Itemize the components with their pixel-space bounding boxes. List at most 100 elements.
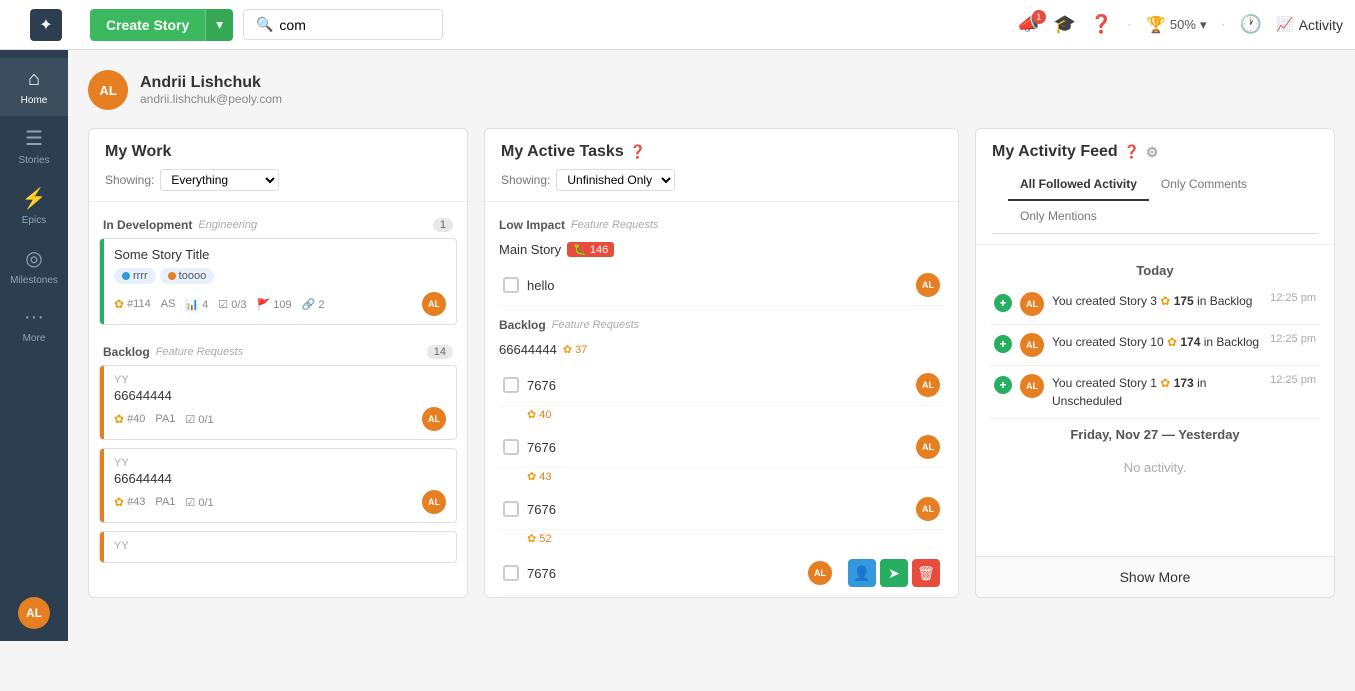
sidebar-item-epics[interactable]: ⚡ Epics bbox=[0, 176, 68, 236]
task-avatar-7676-3: AL bbox=[916, 497, 940, 521]
tab-all-followed-activity[interactable]: All Followed Activity bbox=[1008, 169, 1149, 201]
feed-points-icon-3: ✿ bbox=[1160, 376, 1170, 390]
activity-feed-help-icon[interactable]: ❓ bbox=[1124, 144, 1140, 160]
my-active-tasks-header: My Active Tasks ❓ Showing: Unfinished On… bbox=[485, 129, 958, 202]
epics-icon: ⚡ bbox=[22, 186, 47, 211]
section-in-development-sub: Engineering bbox=[198, 219, 257, 231]
tab-only-comments-label: Only Comments bbox=[1161, 177, 1247, 191]
my-work-title-text: My Work bbox=[105, 143, 171, 161]
main-content: AL Andrii Lishchuk andrii.lishchuk@peoly… bbox=[68, 50, 1355, 641]
graduation-icon[interactable]: 🎓 bbox=[1054, 14, 1076, 35]
task-checkbox-7676-4[interactable] bbox=[503, 565, 519, 581]
story-card-some-story-inner: Some Story Title rrrr toooo bbox=[100, 239, 456, 324]
task-avatar-7676-4: AL bbox=[808, 561, 832, 585]
history-icon[interactable]: 🕐 bbox=[1240, 14, 1262, 35]
task-section-low-impact-title: Low Impact bbox=[499, 218, 565, 232]
task-checkbox-hello[interactable] bbox=[503, 277, 519, 293]
search-input[interactable] bbox=[279, 17, 430, 33]
activity-feed-gear-icon[interactable]: ⚙ bbox=[1146, 144, 1159, 161]
active-tasks-help-icon[interactable]: ❓ bbox=[630, 144, 646, 160]
activity-label: Activity bbox=[1299, 17, 1343, 33]
yy-label-3: YY bbox=[114, 540, 446, 552]
sun-icon-2: ✿ bbox=[527, 471, 536, 483]
megaphone-icon[interactable]: 📣 1 bbox=[1017, 14, 1039, 35]
my-active-tasks-showing-label: Showing: bbox=[501, 173, 550, 187]
sidebar-item-milestones[interactable]: ◎ Milestones bbox=[0, 236, 68, 296]
tab-only-mentions[interactable]: Only Mentions bbox=[1008, 201, 1109, 233]
wheat-icon-1: ✿ bbox=[114, 297, 124, 311]
my-work-showing-select[interactable]: Everything Unfinished Only bbox=[160, 169, 279, 191]
partial-card[interactable]: YY bbox=[99, 531, 457, 563]
feed-points-2: 174 bbox=[1180, 335, 1203, 349]
story-card-66644444-2[interactable]: YY 66644444 ✿ #43 PA1 ☑ 0/1 AL bbox=[99, 448, 457, 523]
sun-icon-3: ✿ bbox=[527, 533, 536, 545]
no-activity-text: No activity. bbox=[990, 448, 1320, 487]
meta-tasks-2: ☑ 0/1 bbox=[185, 413, 213, 426]
section-backlog-count: 14 bbox=[427, 345, 453, 359]
meta-pa1-1: PA1 bbox=[155, 413, 175, 425]
activity-button[interactable]: 📈 Activity bbox=[1276, 16, 1343, 33]
profile-avatar: AL bbox=[88, 70, 128, 110]
tab-only-comments[interactable]: Only Comments bbox=[1149, 169, 1259, 201]
stories-icon: ☰ bbox=[25, 126, 43, 151]
meta-pa1-2: PA1 bbox=[155, 496, 175, 508]
search-box: 🔍 bbox=[243, 9, 443, 40]
feed-content-3: You created Story 1 ✿ 173 in Unscheduled bbox=[1052, 374, 1262, 410]
action-icon-forward[interactable]: ➤ bbox=[880, 559, 908, 587]
feed-points-icon-2: ✿ bbox=[1167, 335, 1177, 349]
section-in-development: In Development Engineering 1 bbox=[99, 212, 457, 238]
sidebar-user-avatar[interactable]: AL bbox=[18, 597, 50, 629]
feed-time-3: 12:25 pm bbox=[1270, 374, 1316, 386]
action-icon-delete[interactable]: 🗑 bbox=[912, 559, 940, 587]
my-active-tasks-showing-select[interactable]: Unfinished Only Everything bbox=[556, 169, 675, 191]
task-main-story-backlog: 66644444 ✿ 37 bbox=[499, 338, 944, 365]
section-in-development-count: 1 bbox=[433, 218, 453, 232]
sidebar-epics-label: Epics bbox=[22, 215, 46, 226]
logo-icon[interactable]: ✦ bbox=[30, 9, 62, 41]
my-active-tasks-title: My Active Tasks ❓ bbox=[501, 143, 942, 161]
my-activity-feed-column: My Activity Feed ❓ ⚙ All Followed Activi… bbox=[975, 128, 1335, 598]
feed-time-1: 12:25 pm bbox=[1270, 292, 1316, 304]
sidebar-home-label: Home bbox=[21, 95, 48, 106]
activity-graph-icon: 📈 bbox=[1276, 16, 1293, 33]
meta-number: #114 bbox=[127, 298, 151, 310]
section-backlog-name: Backlog bbox=[103, 345, 150, 359]
section-in-development-name: In Development bbox=[103, 218, 192, 232]
meta-estimate: 🚩 109 bbox=[257, 298, 292, 311]
progress-button[interactable]: 🏆 50% ▾ bbox=[1146, 15, 1206, 35]
sun-icon-backlog: ✿ bbox=[563, 343, 572, 356]
task-item-7676-3: 7676 AL bbox=[499, 489, 944, 530]
task-checkbox-7676-3[interactable] bbox=[503, 501, 519, 517]
yy-label-2: YY bbox=[114, 457, 446, 469]
meta-bars: 📊 4 bbox=[185, 298, 208, 311]
feed-points-icon-1: ✿ bbox=[1160, 294, 1170, 308]
story-card-some-story[interactable]: Some Story Title rrrr toooo bbox=[99, 238, 457, 325]
feed-item-story-3: + AL You created Story 3 ✿ 175 in Backlo… bbox=[990, 284, 1320, 325]
task-avatar-7676-1: AL bbox=[916, 373, 940, 397]
task-checkbox-7676-1[interactable] bbox=[503, 377, 519, 393]
story-card-66644444-1[interactable]: YY 66644444 ✿ #40 PA1 ☑ 0/1 AL bbox=[99, 365, 457, 440]
sidebar-item-home[interactable]: ⌂ Home bbox=[0, 58, 68, 116]
separator-2: · bbox=[1220, 16, 1225, 34]
help-icon[interactable]: ❓ bbox=[1090, 14, 1112, 35]
action-icon-person[interactable]: 👤 bbox=[848, 559, 876, 587]
create-story-button[interactable]: Create Story bbox=[90, 9, 205, 41]
meta-points: ✿ #114 bbox=[114, 297, 151, 311]
progress-dropdown-icon: ▾ bbox=[1200, 17, 1207, 33]
wheat-icon-2: ✿ bbox=[114, 412, 124, 426]
task-points-7676-1: ✿ 40 bbox=[499, 406, 944, 427]
task-item-7676-2: 7676 AL bbox=[499, 427, 944, 468]
my-active-tasks-column: My Active Tasks ❓ Showing: Unfinished On… bbox=[484, 128, 959, 598]
sidebar-item-stories[interactable]: ☰ Stories bbox=[0, 116, 68, 176]
activity-feed-body: Today + AL You created Story 3 ✿ 175 in … bbox=[976, 245, 1334, 556]
task-section-backlog: Backlog Feature Requests 66644444 ✿ 37 7… bbox=[495, 312, 948, 597]
show-more-button[interactable]: Show More bbox=[976, 556, 1334, 597]
task-item-7676-1: 7676 AL bbox=[499, 365, 944, 406]
separator-1: · bbox=[1127, 16, 1132, 34]
sidebar-item-more[interactable]: ··· More bbox=[0, 296, 68, 354]
home-icon: ⌂ bbox=[28, 68, 40, 91]
create-story-dropdown-button[interactable]: ▾ bbox=[205, 9, 233, 41]
task-points-7676-4: 🐛 55 bbox=[499, 596, 944, 597]
task-checkbox-7676-2[interactable] bbox=[503, 439, 519, 455]
task-points-7676-2: ✿ 43 bbox=[499, 468, 944, 489]
